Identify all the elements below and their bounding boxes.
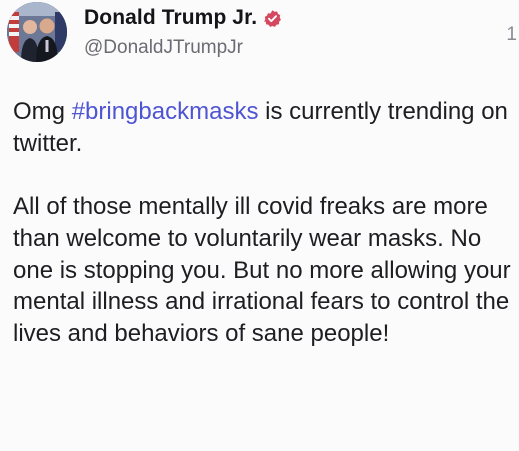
profile-photo-icon <box>7 2 67 62</box>
post-body: Omg #bringbackmasks is currently trendin… <box>13 96 517 350</box>
author-handle[interactable]: @DonaldJTrumpJr <box>84 37 243 59</box>
avatar[interactable] <box>7 2 67 62</box>
verified-badge-icon <box>263 9 282 28</box>
post-text-prefix: Omg <box>13 98 72 125</box>
reply-count: 1 <box>506 24 517 45</box>
post-card: Donald Trump Jr. @DonaldJTrumpJr 1 Omg #… <box>0 0 519 451</box>
author-name-row[interactable]: Donald Trump Jr. <box>84 6 282 30</box>
post-paragraph-2: All of those mentally ill covid freaks a… <box>13 193 511 347</box>
author-display-name[interactable]: Donald Trump Jr. <box>84 6 257 30</box>
hashtag-link[interactable]: #bringbackmasks <box>72 98 259 125</box>
post-paragraph: Omg #bringbackmasks is currently trendin… <box>13 96 517 159</box>
